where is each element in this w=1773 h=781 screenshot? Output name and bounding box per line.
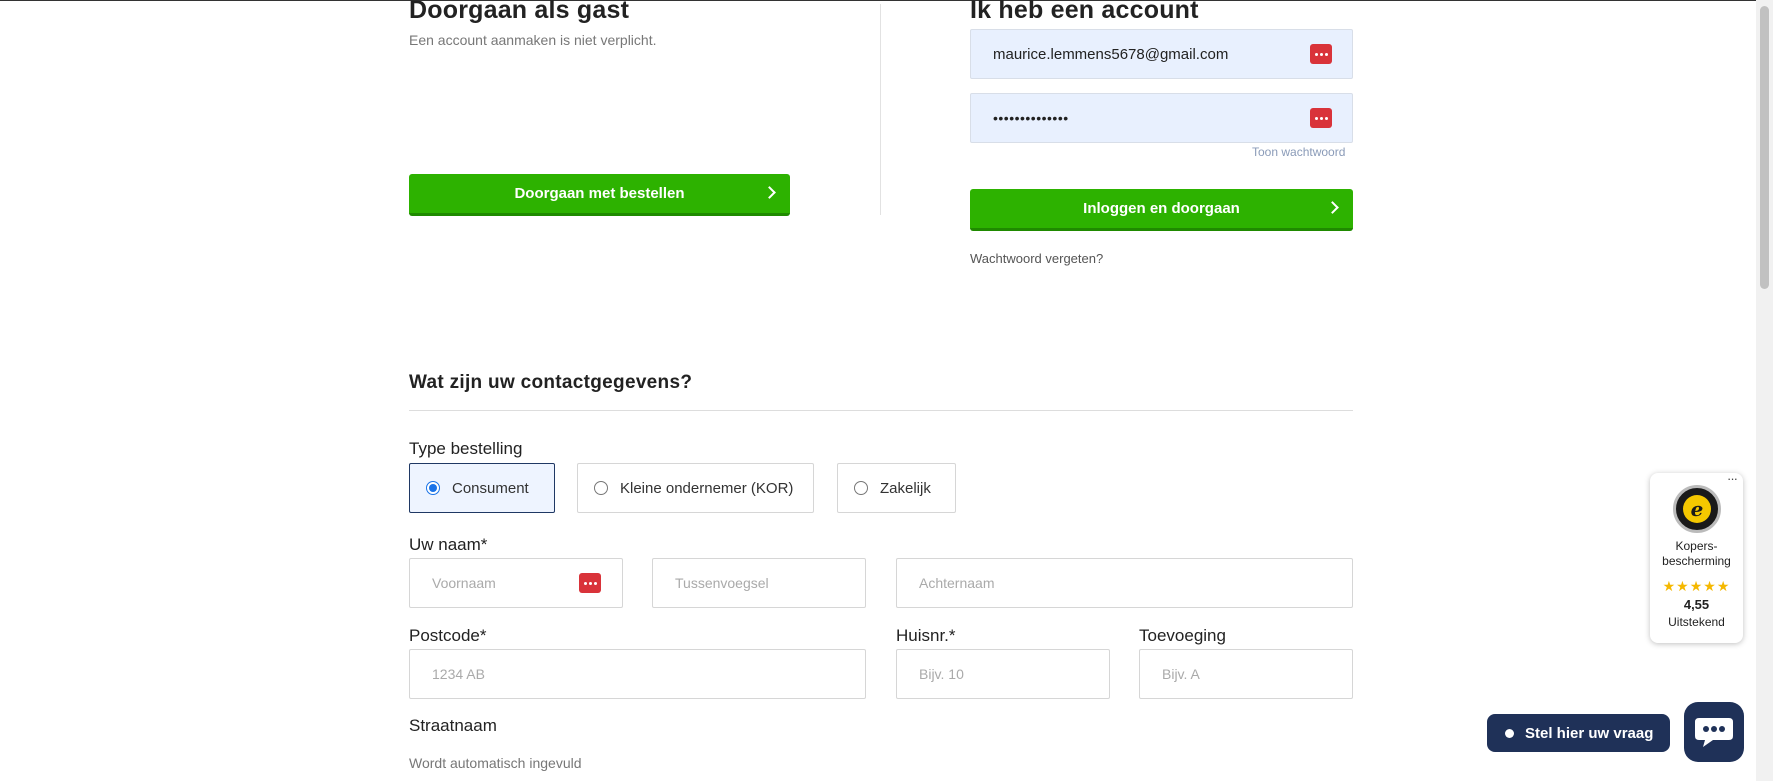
email-field[interactable]: maurice.lemmens5678@gmail.com (970, 29, 1353, 79)
password-value: •••••••••••••• (993, 110, 1069, 126)
forgot-password-link[interactable]: Wachtwoord vergeten? (970, 251, 1103, 266)
infix-input[interactable]: Tussenvoegsel (652, 558, 866, 608)
first-name-input[interactable]: Voornaam (409, 558, 623, 608)
guest-title: Doorgaan als gast (409, 0, 630, 24)
status-dot-icon (1505, 729, 1514, 738)
password-manager-icon[interactable] (1310, 108, 1332, 128)
trust-badge-title: Kopers- bescherming (1650, 539, 1743, 569)
order-type-consumer[interactable]: Consument (409, 463, 555, 513)
radio-unchecked-icon[interactable] (594, 481, 608, 495)
last-name-placeholder: Achternaam (919, 575, 995, 591)
continue-ordering-label: Doorgaan met bestellen (514, 185, 685, 202)
guest-subtitle: Een account aanmaken is niet verplicht. (409, 32, 657, 48)
chat-prompt-button[interactable]: Stel hier uw vraag (1487, 714, 1670, 752)
login-continue-label: Inloggen en doorgaan (1083, 200, 1240, 217)
chevron-right-icon (1326, 200, 1339, 214)
addition-placeholder: Bijv. A (1162, 666, 1200, 682)
rating-score: 4,55 (1683, 597, 1710, 612)
scrollbar-thumb[interactable] (1760, 6, 1769, 289)
order-type-business[interactable]: Zakelijk (837, 463, 956, 513)
house-number-input[interactable]: Bijv. 10 (896, 649, 1110, 699)
vertical-scrollbar[interactable] (1756, 0, 1773, 781)
password-manager-icon[interactable] (579, 573, 601, 593)
trust-line2: bescherming (1662, 554, 1731, 568)
show-password-link[interactable]: Toon wachtwoord (1252, 145, 1345, 159)
order-type-label: Type bestelling (409, 439, 523, 458)
login-continue-button[interactable]: Inloggen en doorgaan (970, 189, 1353, 231)
order-type-consumer-label: Consument (452, 479, 529, 497)
section-divider (409, 410, 1353, 411)
password-manager-icon[interactable] (1310, 44, 1332, 64)
top-border (0, 0, 1773, 1)
trust-badge[interactable]: ··· e Kopers- bescherming ★★★★★ 4,55 Uit… (1650, 471, 1743, 643)
chat-bubble-icon (1695, 718, 1733, 747)
chat-open-button[interactable] (1684, 702, 1744, 762)
chat-prompt-label: Stel hier uw vraag (1525, 724, 1654, 742)
last-name-input[interactable]: Achternaam (896, 558, 1353, 608)
street-label: Straatnaam (409, 716, 497, 735)
rating-stars-icon: ★★★★★ (1662, 578, 1731, 594)
postcode-label: Postcode* (409, 626, 487, 645)
addition-input[interactable]: Bijv. A (1139, 649, 1353, 699)
addition-label: Toevoeging (1139, 626, 1226, 645)
account-title: Ik heb een account (970, 0, 1199, 24)
postcode-input[interactable]: 1234 AB (409, 649, 866, 699)
house-number-placeholder: Bijv. 10 (919, 666, 964, 682)
continue-ordering-button[interactable]: Doorgaan met bestellen (409, 174, 790, 216)
name-label: Uw naam* (409, 535, 488, 554)
trust-line1: Kopers- (1675, 539, 1718, 553)
more-icon[interactable]: ··· (1727, 471, 1738, 486)
first-name-placeholder: Voornaam (432, 575, 496, 591)
order-type-kor-label: Kleine ondernemer (KOR) (620, 479, 794, 497)
infix-placeholder: Tussenvoegsel (675, 575, 769, 591)
radio-checked-icon[interactable] (426, 481, 440, 495)
trusted-shops-seal-icon: e (1673, 485, 1721, 533)
contact-heading: Wat zijn uw contactgegevens? (409, 372, 693, 393)
column-divider (880, 4, 881, 215)
order-type-business-label: Zakelijk (880, 479, 931, 497)
radio-unchecked-icon[interactable] (854, 481, 868, 495)
order-type-kor[interactable]: Kleine ondernemer (KOR) (577, 463, 814, 513)
email-value: maurice.lemmens5678@gmail.com (993, 45, 1229, 63)
password-field[interactable]: •••••••••••••• (970, 93, 1353, 143)
street-helper: Wordt automatisch ingevuld (409, 755, 582, 771)
rating-verdict: Uitstekend (1668, 615, 1725, 629)
chevron-right-icon (763, 185, 776, 199)
postcode-placeholder: 1234 AB (432, 666, 485, 682)
house-number-label: Huisnr.* (896, 626, 956, 645)
